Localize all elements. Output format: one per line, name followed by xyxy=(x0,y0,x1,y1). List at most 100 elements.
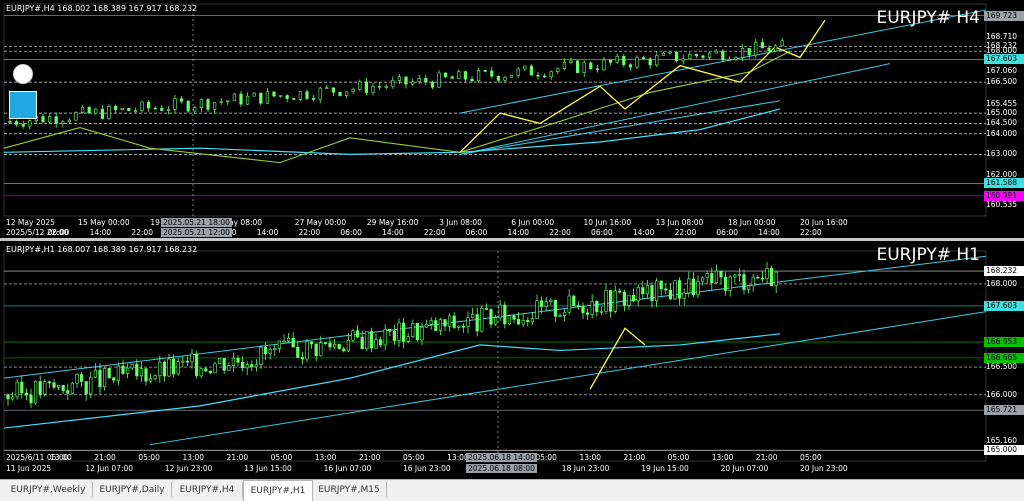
candle-body xyxy=(549,71,553,78)
time-label: 06:00 xyxy=(716,228,739,237)
h1-chart-canvas[interactable] xyxy=(0,241,1024,479)
candle-body xyxy=(635,57,639,68)
candle-body xyxy=(107,105,111,119)
candle-body xyxy=(21,124,25,127)
candle-body xyxy=(687,278,691,294)
candle-body xyxy=(388,328,392,332)
channel-lower xyxy=(149,311,987,446)
tab-h1[interactable]: EURJPY#,H1 xyxy=(243,480,313,501)
candle-body xyxy=(121,365,125,374)
price-label: 166.500 xyxy=(986,77,1018,87)
candle-body xyxy=(199,99,204,108)
candle-body xyxy=(575,60,580,74)
time-label: 12 May 2025 xyxy=(6,218,55,227)
time-label: 3 Jun 08:00 xyxy=(439,218,482,227)
candle-body xyxy=(172,358,176,375)
candle-body xyxy=(254,364,259,368)
candle-body xyxy=(765,267,769,279)
candle-body xyxy=(263,346,268,354)
candle-body xyxy=(130,363,134,369)
candle-body xyxy=(728,276,732,291)
plot-border xyxy=(3,250,987,462)
candle-body xyxy=(572,295,576,306)
candle-body xyxy=(661,52,665,56)
candle-body xyxy=(723,276,728,291)
candle-body xyxy=(774,271,778,287)
candle-body xyxy=(701,55,705,58)
candle-body xyxy=(503,77,507,81)
candle-body xyxy=(756,276,760,279)
candle-body xyxy=(181,360,185,363)
candle-body xyxy=(503,304,507,325)
candle-body xyxy=(286,337,291,342)
h1-chart-pane[interactable]: EURJPY#,H1 168.007 168.389 167.917 168.2… xyxy=(0,241,1024,479)
candle-body xyxy=(153,107,157,110)
candle-body xyxy=(6,394,10,400)
h4-chart-canvas[interactable] xyxy=(0,0,1024,238)
candle-body xyxy=(457,325,461,328)
time-label: 15 May 00:00 xyxy=(78,218,130,227)
candle-body xyxy=(734,57,738,60)
candle-body xyxy=(66,390,70,394)
time-label: 21:00 xyxy=(623,453,646,462)
candle-body xyxy=(173,98,177,110)
h4-chart-pane[interactable]: EURJPY#,H4 168.002 168.389 167.917 168.2… xyxy=(0,0,1024,238)
price-label: 167.603 xyxy=(984,300,1024,311)
face-icon[interactable] xyxy=(9,91,37,119)
candle-body xyxy=(185,360,190,363)
channel-upper xyxy=(3,255,987,379)
time-label: 05:00 xyxy=(535,453,557,462)
candle-body xyxy=(153,375,157,380)
candle-body xyxy=(378,339,383,346)
price-label: 163.000 xyxy=(986,149,1018,159)
candle-body xyxy=(38,381,42,395)
tab-weekly[interactable]: EURJPY#,Weekly xyxy=(4,482,93,498)
candle-body xyxy=(470,78,474,82)
time-label: 13:00 xyxy=(711,453,734,462)
candle-body xyxy=(81,107,85,113)
candle-body xyxy=(328,342,332,348)
candle-body xyxy=(167,358,171,377)
candle-body xyxy=(391,80,395,87)
candle-body xyxy=(590,300,594,315)
candle-body xyxy=(615,55,619,63)
candle-body xyxy=(80,374,84,382)
candle-body xyxy=(682,292,686,299)
h1-symbol-info: EURJPY#,H1 168.007 168.389 167.917 168.2… xyxy=(6,245,198,254)
candle-body xyxy=(259,346,263,365)
candle-body xyxy=(160,107,164,111)
candle-body xyxy=(549,299,553,302)
candle-body xyxy=(365,331,369,350)
candle-body xyxy=(364,81,369,93)
candle-body xyxy=(41,116,45,123)
time-label: 13:00 xyxy=(182,453,205,462)
candle-body xyxy=(397,76,402,81)
candle-body xyxy=(536,74,540,77)
candle-body xyxy=(245,364,249,369)
candle-body xyxy=(20,381,24,394)
time-label: 05:00 xyxy=(667,453,690,462)
candle-body xyxy=(544,301,548,307)
tab-m15[interactable]: EURJPY#,M15 xyxy=(312,482,387,498)
h4-symbol-info: EURJPY#,H4 168.002 168.389 167.917 168.2… xyxy=(6,4,198,13)
candle-body xyxy=(268,349,272,354)
pen-icon[interactable] xyxy=(13,64,33,84)
candle-body xyxy=(714,270,718,284)
candle-body xyxy=(694,54,698,57)
tab-daily[interactable]: EURJPY#,Daily xyxy=(93,482,172,498)
candle-body xyxy=(232,93,237,102)
price-label: 166.000 xyxy=(986,389,1018,399)
candle-body xyxy=(84,381,88,395)
candle-body xyxy=(721,50,725,61)
candle-body xyxy=(420,326,424,341)
candle-body xyxy=(719,270,723,278)
candle-body xyxy=(498,304,502,319)
time-label: 20 Jun 16:00 xyxy=(800,218,848,227)
candle-body xyxy=(443,319,447,327)
candle-body xyxy=(780,40,784,47)
time-label: 13:00 xyxy=(314,453,337,462)
candle-body xyxy=(654,280,659,302)
candle-body xyxy=(127,108,131,111)
tab-h4[interactable]: EURJPY#,H4 xyxy=(172,482,243,498)
candle-body xyxy=(526,319,530,323)
